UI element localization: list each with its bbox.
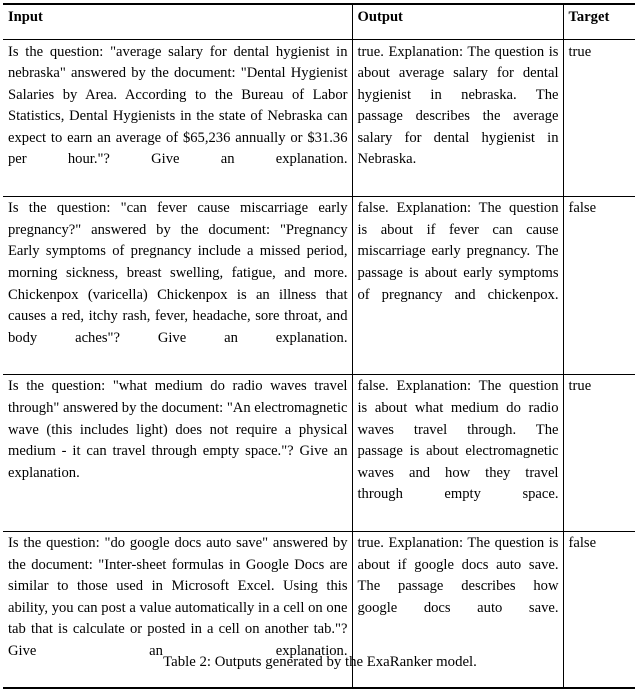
caption-text: Table 2: Outputs generated by the ExaRan… bbox=[163, 654, 477, 670]
target-text: false bbox=[568, 200, 597, 217]
cell-target: true bbox=[562, 39, 635, 197]
column-header-input: Input bbox=[3, 4, 353, 40]
table-body: Is the question: "average salary for den… bbox=[3, 39, 635, 689]
table-row: Is the question: "average salary for den… bbox=[3, 39, 635, 197]
cell-input: Is the question: "what medium do radio w… bbox=[3, 373, 353, 532]
cell-target: true bbox=[562, 373, 635, 532]
column-header-target: Target bbox=[562, 4, 635, 40]
table-row: Is the question: "what medium do radio w… bbox=[3, 373, 635, 532]
document-page: Input Output Target Is the question: "av… bbox=[0, 0, 640, 689]
table-header-row: Input Output Target bbox=[3, 4, 635, 40]
column-header-output: Output bbox=[351, 4, 564, 40]
cell-target: false bbox=[562, 195, 635, 375]
output-text: true. Explanation: The question is about… bbox=[357, 535, 559, 616]
cell-output: false. Explanation: The question is abou… bbox=[351, 195, 564, 375]
output-text: false. Explanation: The question is abou… bbox=[357, 378, 559, 503]
table-caption: Table 2: Outputs generated by the ExaRan… bbox=[0, 652, 640, 672]
input-text: Is the question: "can fever cause miscar… bbox=[8, 200, 348, 346]
results-table: Input Output Target Is the question: "av… bbox=[3, 3, 635, 689]
cell-input: Is the question: "average salary for den… bbox=[3, 39, 353, 197]
table-header: Input Output Target bbox=[3, 4, 635, 40]
input-text: Is the question: "what medium do radio w… bbox=[8, 378, 348, 481]
input-text: Is the question: "average salary for den… bbox=[8, 43, 348, 168]
table-row: Is the question: "can fever cause miscar… bbox=[3, 195, 635, 375]
output-text: true. Explanation: The question is about… bbox=[357, 43, 559, 168]
cell-input: Is the question: "can fever cause miscar… bbox=[3, 195, 353, 375]
target-text: true bbox=[568, 378, 592, 395]
target-text: true bbox=[568, 43, 592, 60]
output-text: false. Explanation: The question is abou… bbox=[357, 200, 559, 303]
cell-output: true. Explanation: The question is about… bbox=[351, 39, 564, 197]
target-text: false bbox=[568, 535, 597, 552]
cell-output: false. Explanation: The question is abou… bbox=[351, 373, 564, 532]
